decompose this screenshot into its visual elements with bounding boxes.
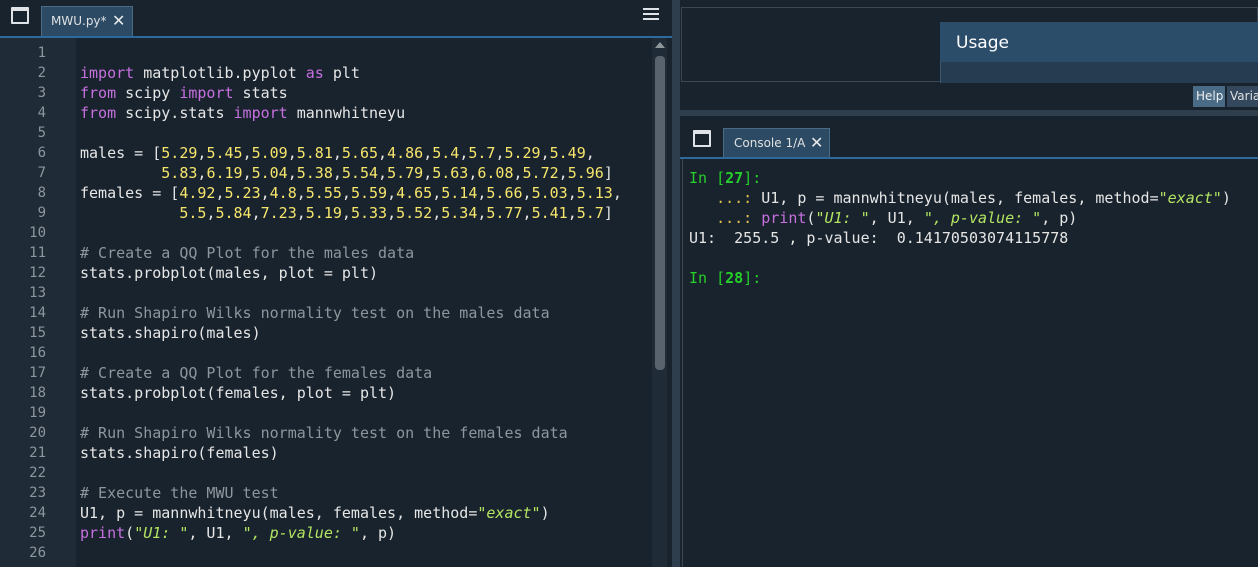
line-number: 14: [29, 305, 46, 321]
line-number: 10: [29, 225, 46, 241]
code-line: stats.probplot(females, plot = plt): [80, 384, 397, 402]
code-line: import matplotlib.pyplot as plt: [80, 64, 360, 82]
line-number: 23: [29, 485, 46, 501]
code-editor[interactable]: import matplotlib.pyplot as plt from scip…: [76, 38, 641, 567]
usage-header: Usage: [940, 22, 1258, 62]
line-number: 8: [37, 185, 46, 201]
line-number: 17: [29, 365, 46, 381]
editor-tab-bar: MWU.py* ✕: [0, 0, 672, 37]
line-number: 5: [37, 125, 46, 141]
window-icon[interactable]: [11, 7, 29, 24]
code-line: from scipy import stats: [80, 84, 288, 102]
console-result: U1: 255.5 , p-value: 0.14170503074115778: [689, 229, 1069, 247]
code-line: 5.5,5.84,7.23,5.19,5.33,5.52,5.34,5.77,5…: [179, 204, 613, 222]
line-number: 18: [29, 385, 46, 401]
line-number: 20: [29, 425, 46, 441]
line-number: 13: [29, 285, 46, 301]
tab-mwu-py[interactable]: MWU.py* ✕: [41, 6, 133, 36]
code-line: # Run Shapiro Wilks normality test on th…: [80, 304, 550, 322]
line-number: 2: [37, 65, 46, 81]
line-number: 25: [29, 525, 46, 541]
line-number: 11: [29, 245, 46, 261]
code-line: # Create a QQ Plot for the males data: [80, 244, 415, 262]
window-icon[interactable]: [693, 130, 711, 147]
options-menu-icon[interactable]: [643, 8, 659, 22]
line-number: 26: [29, 545, 46, 561]
console-tab-label: Console 1/A: [734, 136, 806, 150]
code-line: # Create a QQ Plot for the females data: [80, 364, 433, 382]
line-number: 22: [29, 465, 46, 481]
scroll-up-icon[interactable]: [655, 42, 665, 48]
code-line: # Run Shapiro Wilks normality test on th…: [80, 424, 568, 442]
line-number: 15: [29, 325, 46, 341]
editor-pane: MWU.py* ✕ 1 2 3 4 5 6 7 8 9 10 11 12 13 14 15 16 17 18 19 2…: [0, 0, 672, 567]
scroll-thumb[interactable]: [655, 56, 665, 370]
tab-help-label: Help: [1196, 89, 1224, 103]
line-number: 6: [37, 145, 46, 161]
line-number: 3: [37, 85, 46, 101]
code-line: # Execute the MWU test: [80, 484, 279, 502]
prompt-in-27: In [27]:: [689, 169, 762, 187]
code-line: females = [4.92,5.23,4.8,5.55,5.59,4.65,…: [80, 184, 622, 202]
line-number: 19: [29, 405, 46, 421]
line-number: 7: [37, 165, 46, 181]
code-line: from scipy.stats import mannwhitneyu: [80, 104, 406, 122]
tab-label: MWU.py*: [51, 14, 107, 28]
line-number: 9: [37, 205, 46, 221]
code-line: print("U1: ", U1, ", p-value: ", p): [80, 524, 397, 542]
line-number: 12: [29, 265, 46, 281]
tab-console[interactable]: Console 1/A ✕: [723, 128, 830, 158]
console-output[interactable]: In [27]: ...: U1, p = mannwhitneyu(males…: [682, 159, 1258, 567]
code-line: 5.83,6.19,5.04,5.38,5.54,5.79,5.63,6.08,…: [161, 164, 613, 182]
line-number: 1: [37, 45, 46, 61]
tab-help[interactable]: Help: [1193, 86, 1225, 107]
close-icon[interactable]: ✕: [810, 135, 823, 151]
line-number: 21: [29, 445, 46, 461]
line-number-gutter: 1 2 3 4 5 6 7 8 9 10 11 12 13 14 15 16 17 18 19 20 21 22 23 24 2…: [0, 38, 76, 567]
console-continuation-line: ...: print("U1: ", U1, ", p-value: ", p): [689, 209, 1078, 227]
close-icon[interactable]: ✕: [112, 13, 125, 29]
console-continuation-line: ...: U1, p = mannwhitneyu(males, females…: [689, 189, 1231, 207]
prompt-in-28: In [28]:: [689, 269, 762, 287]
code-line: stats.shapiro(females): [80, 444, 279, 462]
line-number: 4: [37, 105, 46, 121]
line-number: 24: [29, 505, 46, 521]
tab-variables[interactable]: Varia: [1227, 86, 1258, 107]
code-line: U1, p = mannwhitneyu(males, females, met…: [80, 504, 550, 522]
line-number: 16: [29, 345, 46, 361]
tab-variables-label: Varia: [1230, 89, 1258, 103]
pane-splitter[interactable]: [672, 0, 680, 567]
code-line: males = [5.29,5.45,5.09,5.81,5.65,4.86,5…: [80, 144, 595, 162]
usage-title: Usage: [956, 33, 1009, 53]
code-line: stats.probplot(males, plot = plt): [80, 264, 379, 282]
code-line: stats.shapiro(males): [80, 324, 261, 342]
